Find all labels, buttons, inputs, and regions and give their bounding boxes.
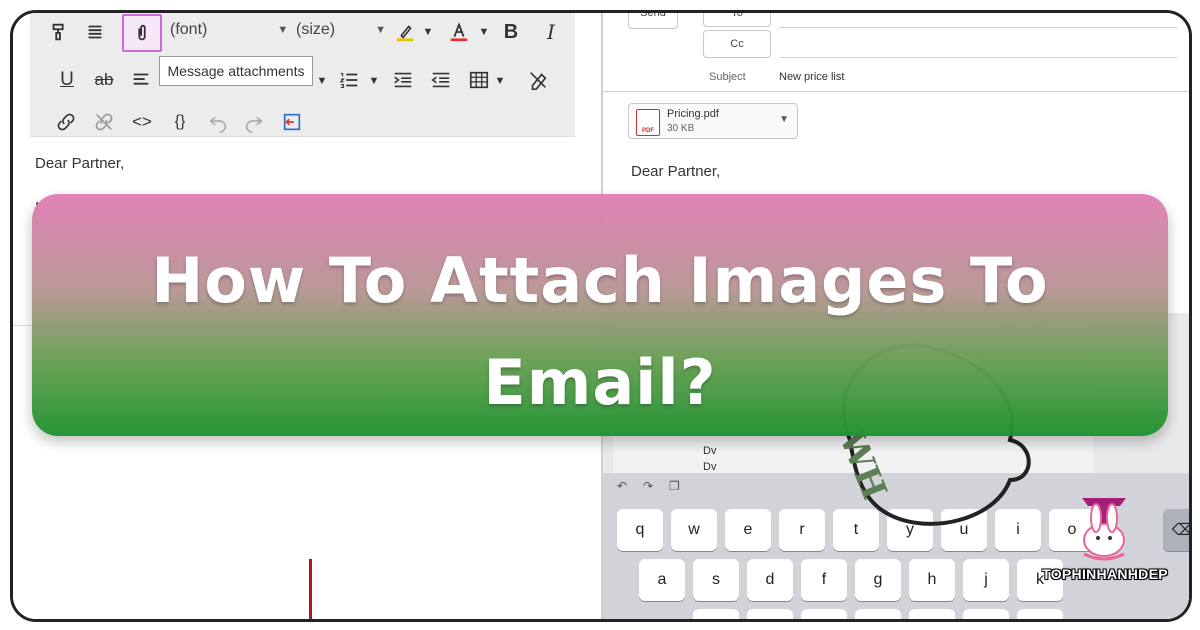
clipboard-icon[interactable]: ❐	[669, 479, 680, 493]
key-c[interactable]: c	[801, 609, 847, 619]
paragraph-format-icon[interactable]	[80, 17, 110, 47]
undo-icon[interactable]: ↶	[617, 479, 627, 493]
font-select-value: (font)	[170, 21, 208, 38]
key-s[interactable]: s	[693, 559, 739, 601]
italic-icon[interactable]: I	[536, 17, 566, 47]
chevron-down-icon[interactable]: ▼	[492, 68, 508, 94]
align-icon[interactable]	[128, 65, 154, 95]
numbered-list-icon[interactable]	[336, 65, 362, 95]
left-greeting: Dear Partner,	[35, 155, 125, 172]
undo-icon[interactable]	[204, 109, 232, 135]
font-select[interactable]: (font) ▼	[170, 21, 288, 39]
cc-field-line	[779, 57, 1177, 58]
banner-title-line2: Email?	[483, 346, 717, 419]
key-f[interactable]: f	[801, 559, 847, 601]
chevron-down-icon: ▼	[375, 24, 386, 36]
underline-icon[interactable]: U	[54, 65, 80, 95]
send-button[interactable]: Send	[628, 13, 678, 29]
key-v[interactable]: v	[855, 609, 901, 619]
table-icon[interactable]	[466, 65, 492, 95]
key-m[interactable]: m	[1017, 609, 1063, 619]
redo-icon[interactable]: ↷	[643, 479, 653, 493]
font-color-icon[interactable]	[444, 17, 474, 47]
suggestion-item[interactable]: Dv	[703, 461, 716, 473]
chevron-down-icon[interactable]: ▼	[420, 19, 436, 45]
key-e[interactable]: e	[725, 509, 771, 551]
attachment-button[interactable]	[122, 14, 162, 52]
key-j[interactable]: j	[963, 559, 1009, 601]
chevron-down-icon[interactable]: ▼	[366, 68, 382, 94]
pdf-icon: PDF	[636, 109, 660, 136]
chevron-down-icon: ▼	[277, 24, 289, 36]
cc-button[interactable]: Cc	[703, 30, 771, 58]
key-a[interactable]: a	[639, 559, 685, 601]
key-x[interactable]: x	[747, 609, 793, 619]
format-paint-icon[interactable]	[44, 17, 74, 47]
subject-label: Subject	[709, 71, 746, 83]
chevron-down-icon[interactable]: ▼	[779, 114, 789, 125]
size-select[interactable]: (size) ▼	[296, 21, 386, 39]
chevron-down-icon[interactable]: ▼	[314, 68, 330, 94]
key-z[interactable]: z	[693, 609, 739, 619]
logo-text: TOPHINHANHDEP	[1042, 566, 1168, 582]
key-g[interactable]: g	[855, 559, 901, 601]
right-greeting: Dear Partner,	[631, 163, 721, 180]
suggestion-item[interactable]: Dv	[703, 445, 716, 457]
key-n[interactable]: n	[963, 609, 1009, 619]
outdent-icon[interactable]	[428, 65, 454, 95]
redo-icon[interactable]	[240, 109, 268, 135]
unlink-icon[interactable]	[90, 109, 118, 135]
attachment-name: Pricing.pdf	[667, 108, 719, 120]
editor-toolbar: (font) ▼ (size) ▼ ▼ ▼ B I U ab ▼ ▼ ▼ Mes…	[30, 13, 575, 137]
source-code-icon[interactable]: <>	[128, 109, 156, 135]
red-marker	[309, 559, 312, 619]
key-d[interactable]: d	[747, 559, 793, 601]
key-w[interactable]: w	[671, 509, 717, 551]
highlight-color-icon[interactable]	[390, 17, 420, 47]
subject-field[interactable]: New price list	[779, 71, 844, 83]
key-r[interactable]: r	[779, 509, 825, 551]
code-block-icon[interactable]: {}	[166, 109, 194, 135]
backspace-key[interactable]: ⌫	[1163, 509, 1189, 551]
to-button[interactable]: To	[703, 13, 771, 27]
paperclip-icon	[138, 24, 146, 41]
indent-icon[interactable]	[390, 65, 416, 95]
key-q[interactable]: q	[617, 509, 663, 551]
link-icon[interactable]	[52, 109, 80, 135]
key-h[interactable]: h	[909, 559, 955, 601]
banner-title-line1: How To Attach Images To	[151, 244, 1049, 317]
attachment-card[interactable]: PDF Pricing.pdf 30 KB ▼	[628, 103, 798, 139]
rabbit-logo-icon	[1082, 498, 1126, 561]
insert-icon[interactable]	[278, 109, 306, 135]
attachment-size: 30 KB	[667, 123, 695, 134]
clear-format-icon[interactable]	[524, 65, 552, 95]
attachments-tooltip: Message attachments	[159, 56, 313, 86]
bold-icon[interactable]: B	[496, 17, 526, 47]
to-field-line	[779, 27, 1177, 28]
strikethrough-icon[interactable]: ab	[90, 65, 118, 95]
chevron-down-icon[interactable]: ▼	[476, 19, 492, 45]
subject-line	[603, 91, 1189, 92]
size-select-value: (size)	[296, 21, 336, 38]
key-b[interactable]: b	[909, 609, 955, 619]
